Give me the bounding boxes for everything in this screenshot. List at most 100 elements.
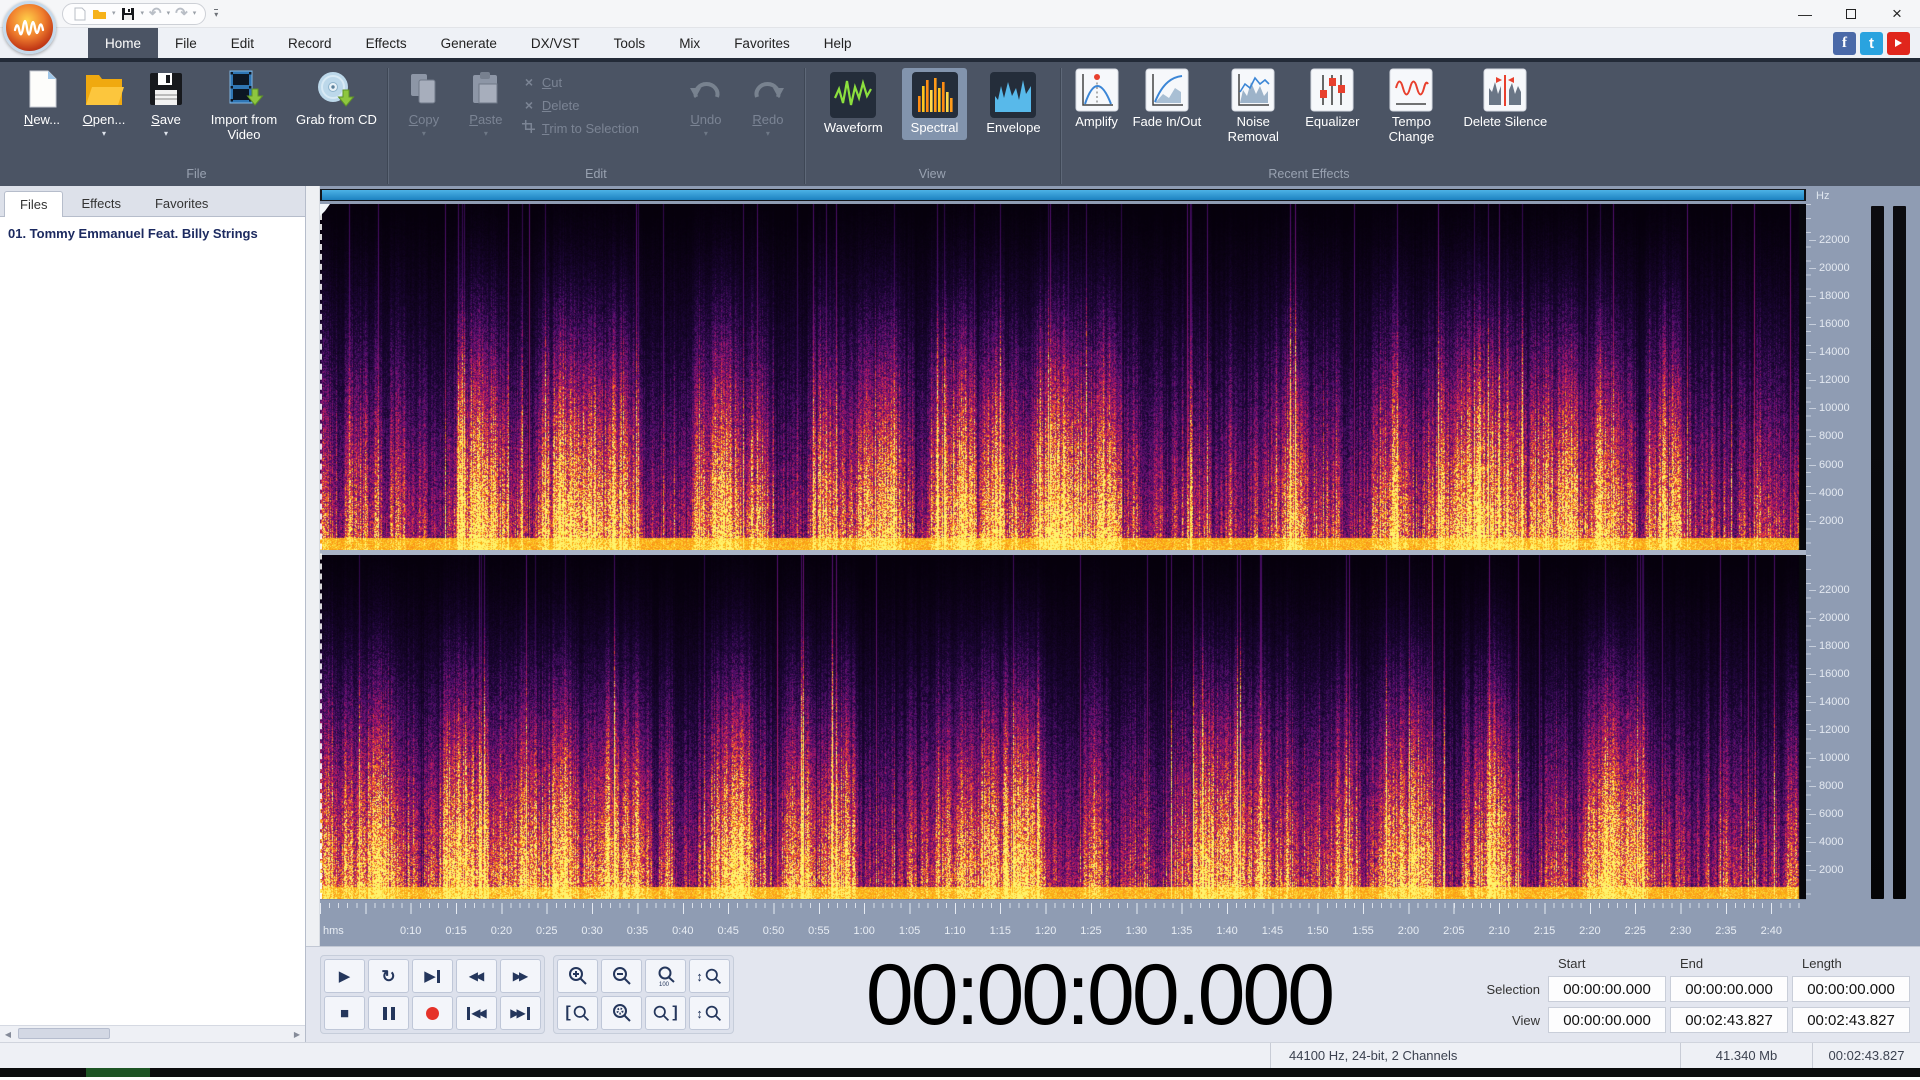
loop-button[interactable]: ↻ <box>368 959 409 993</box>
zoom-selection-start-button[interactable]: [ <box>557 996 598 1030</box>
time-tick-label: 2:05 <box>1443 925 1465 937</box>
open-dropdown-caret-icon[interactable]: ▾ <box>102 129 106 138</box>
quick-open-icon[interactable] <box>92 6 107 21</box>
noise-removal-button[interactable]: Noise Removal <box>1211 68 1295 145</box>
selection-length-field[interactable]: 00:00:00.000 <box>1792 976 1910 1002</box>
quick-undo-caret-icon[interactable]: ▾ <box>167 10 171 17</box>
view-end-field[interactable]: 00:02:43.827 <box>1670 1007 1788 1033</box>
zoom-selection-icon <box>612 1004 631 1022</box>
pause-button[interactable] <box>368 996 409 1030</box>
freq-tick-label: 14000 <box>1809 696 1850 709</box>
undo-button[interactable]: Undo ▾ <box>680 68 732 138</box>
view-start-field[interactable]: 00:00:00.000 <box>1548 1007 1666 1033</box>
quick-open-caret-icon[interactable]: ▾ <box>112 10 116 17</box>
panel-tab-files[interactable]: Files <box>4 191 64 217</box>
quick-redo-caret-icon[interactable]: ▾ <box>193 10 197 17</box>
scroll-left-icon[interactable]: ◀ <box>0 1030 16 1039</box>
import-video-icon <box>223 68 265 110</box>
maximize-button[interactable] <box>1828 0 1874 28</box>
position-scrollbar[interactable] <box>320 189 1806 201</box>
menu-tab-tools[interactable]: Tools <box>597 28 663 58</box>
time-tick-label: 0:50 <box>762 925 785 937</box>
editor-area: hms 0:10 0:15 0:20 0:25 0:30 0:35 0:40 0:45 0:50… <box>306 186 1920 946</box>
go-to-end-button[interactable]: ▶▶ <box>500 996 541 1030</box>
zoom-100-button[interactable]: 100 <box>645 959 686 993</box>
waveform-view-button[interactable]: Waveform <box>815 68 892 140</box>
play-button[interactable]: ▶ <box>324 959 365 993</box>
hscroll-track[interactable] <box>16 1026 289 1042</box>
facebook-icon[interactable]: f <box>1833 31 1856 55</box>
view-length-field[interactable]: 00:02:43.827 <box>1792 1007 1910 1033</box>
scroll-right-icon[interactable]: ▶ <box>289 1030 305 1039</box>
zoom-in-button[interactable] <box>557 959 598 993</box>
file-panel-hscrollbar[interactable]: ◀ ▶ <box>0 1025 305 1042</box>
menu-tab-favorites[interactable]: Favorites <box>717 28 807 58</box>
menu-tab-home[interactable]: Home <box>88 28 159 58</box>
redo-button[interactable]: Redo ▾ <box>742 68 794 138</box>
menu-tab-help[interactable]: Help <box>807 28 869 58</box>
selection-start-field[interactable]: 00:00:00.000 <box>1548 976 1666 1002</box>
import-from-video-button[interactable]: Import from Video <box>202 68 286 143</box>
zoom-vertical-button[interactable]: ↕ <box>689 959 730 993</box>
hscroll-thumb[interactable] <box>18 1028 110 1039</box>
time-tick-label: 0:45 <box>717 925 739 937</box>
delete-button[interactable]: × Delete <box>522 97 670 113</box>
timeline-ruler[interactable]: hms 0:10 0:15 0:20 0:25 0:30 0:35 0:40 0:45 0:50… <box>320 899 1806 943</box>
amplify-button[interactable]: Amplify <box>1071 68 1123 130</box>
copy-button[interactable]: Copy ▾ <box>398 68 450 138</box>
zoom-out-button[interactable] <box>601 959 642 993</box>
cut-button[interactable]: × Cut <box>522 74 670 90</box>
spectrogram-channel-right[interactable] <box>320 555 1806 899</box>
twitter-icon[interactable]: t <box>1860 31 1883 55</box>
menu-tab-generate[interactable]: Generate <box>424 28 514 58</box>
vertical-scrollbar[interactable] <box>306 186 320 946</box>
quick-save-icon[interactable] <box>121 6 136 21</box>
fade-in-out-button[interactable]: Fade In/Out <box>1133 68 1201 130</box>
menu-tab-edit[interactable]: Edit <box>214 28 271 58</box>
zoom-selection-button[interactable] <box>601 996 642 1030</box>
menu-tab-effects[interactable]: Effects <box>349 28 424 58</box>
panel-tab-effects[interactable]: Effects <box>65 190 137 216</box>
rewind-button[interactable]: ◀◀ <box>456 959 497 993</box>
menu-tab-dx-vst[interactable]: DX/VST <box>514 28 597 58</box>
spectral-view-button[interactable]: Spectral <box>901 68 968 140</box>
quick-undo-icon[interactable]: ↶ <box>149 6 162 21</box>
app-logo-icon[interactable] <box>3 1 56 54</box>
record-button[interactable] <box>412 996 453 1030</box>
stop-button[interactable]: ■ <box>324 996 365 1030</box>
customize-quick-access-icon[interactable]: ▾ <box>214 8 219 19</box>
spectrogram-display[interactable] <box>320 204 1806 899</box>
quick-save-caret-icon[interactable]: ▾ <box>141 10 145 17</box>
envelope-view-button[interactable]: Envelope <box>977 68 1049 140</box>
trim-to-selection-button[interactable]: Trim to Selection <box>522 120 670 136</box>
save-dropdown-caret-icon[interactable]: ▾ <box>164 129 168 138</box>
ruler-major-ticks <box>320 903 1806 914</box>
save-button[interactable]: Save ▾ <box>140 68 192 138</box>
new-button[interactable]: New... <box>16 68 68 128</box>
zoom-selection-end-button[interactable]: ] <box>645 996 686 1030</box>
go-to-start-button[interactable]: ◀◀ <box>456 996 497 1030</box>
paste-button[interactable]: Paste ▾ <box>460 68 512 138</box>
minimize-button[interactable]: — <box>1782 0 1828 28</box>
menu-tab-record[interactable]: Record <box>271 28 349 58</box>
equalizer-button[interactable]: Equalizer <box>1305 68 1359 130</box>
new-file-icon <box>24 68 60 110</box>
play-to-end-button[interactable]: ▶ <box>412 959 453 993</box>
spectrogram-channel-left[interactable] <box>320 204 1806 550</box>
delete-silence-button[interactable]: Delete Silence <box>1463 68 1547 130</box>
fast-forward-button[interactable]: ▶▶ <box>500 959 541 993</box>
quick-new-icon[interactable] <box>72 6 87 21</box>
open-button[interactable]: Open... ▾ <box>78 68 130 138</box>
youtube-icon[interactable] <box>1887 31 1910 55</box>
tempo-change-button[interactable]: Tempo Change <box>1369 68 1453 145</box>
grab-from-cd-button[interactable]: Grab from CD <box>296 68 377 128</box>
menu-tab-file[interactable]: File <box>158 28 214 58</box>
panel-tab-favorites[interactable]: Favorites <box>139 190 224 216</box>
file-list-item[interactable]: 01. Tommy Emmanuel Feat. Billy Strings <box>0 220 305 247</box>
zoom-vertical-out-button[interactable]: ↕ <box>689 996 730 1030</box>
menu-tab-mix[interactable]: Mix <box>662 28 717 58</box>
selection-end-field[interactable]: 00:00:00.000 <box>1670 976 1788 1002</box>
playhead-cursor[interactable] <box>320 204 330 899</box>
close-button[interactable]: × <box>1874 0 1920 28</box>
quick-redo-icon[interactable]: ↷ <box>175 6 188 21</box>
